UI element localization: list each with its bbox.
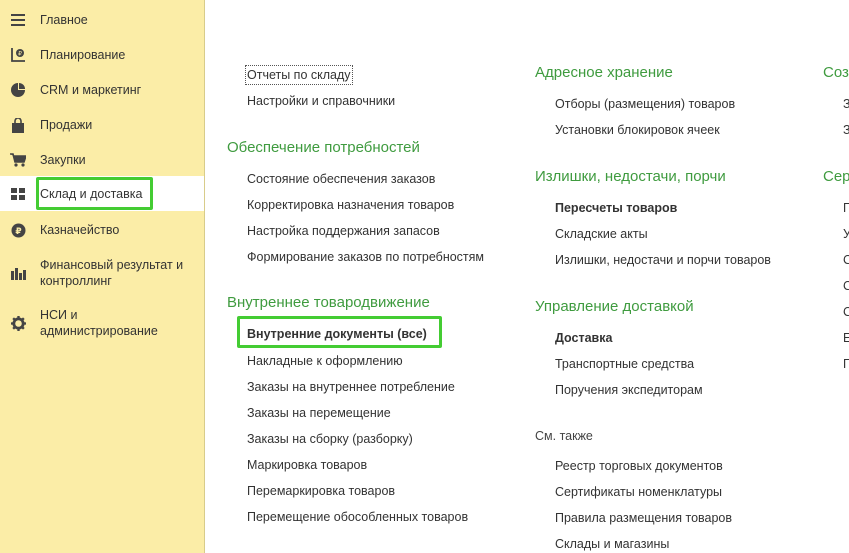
sidebar-item-label: Склад и доставка xyxy=(40,186,143,201)
link-remarking[interactable]: Перемаркировка товаров xyxy=(247,483,395,499)
link-marking[interactable]: Маркировка товаров xyxy=(247,457,367,473)
cart-icon xyxy=(10,152,26,168)
link-separate-transfer[interactable]: Перемещение обособленных товаров xyxy=(247,509,468,525)
sidebar-item-crm[interactable]: CRM и маркетинг xyxy=(0,81,204,99)
link-surplus-goods[interactable]: Излишки, недостачи и порчи товаров xyxy=(555,252,771,268)
link-clipped[interactable]: З xyxy=(843,96,849,112)
svg-text:₽: ₽ xyxy=(15,227,21,237)
sidebar-item-main[interactable]: Главное xyxy=(0,11,204,29)
link-trade-docs-registry[interactable]: Реестр торговых документов xyxy=(555,458,723,474)
sidebar-item-treasury[interactable]: ₽ Казначейство xyxy=(0,221,204,239)
sidebar-item-label: CRM и маркетинг xyxy=(40,83,142,97)
link-clipped[interactable]: С xyxy=(843,278,849,294)
planning-icon: ₽ xyxy=(10,47,26,63)
link-cell-locks[interactable]: Установки блокировок ячеек xyxy=(555,122,720,138)
link-clipped[interactable]: З xyxy=(843,122,849,138)
section-title-internal: Внутреннее товародвижение xyxy=(227,294,430,311)
sidebar-item-label-line2: контроллинг xyxy=(40,274,112,288)
link-recounts[interactable]: Пересчеты товаров xyxy=(555,200,677,216)
section-title-delivery: Управление доставкой xyxy=(535,298,694,315)
warehouse-grid-icon xyxy=(10,186,26,202)
sidebar-item-label: Главное xyxy=(40,13,88,27)
link-internal-docs[interactable]: Внутренние документы (все) xyxy=(247,326,427,342)
shopping-bag-icon xyxy=(10,117,26,133)
sidebar-item-sales[interactable]: Продажи xyxy=(0,116,204,134)
sidebar: Главное ₽ Планирование CRM и маркетинг П… xyxy=(0,0,205,553)
sidebar-item-label: Закупки xyxy=(40,153,86,167)
sidebar-item-warehouse[interactable]: Склад и доставка xyxy=(0,176,204,211)
bar-chart-icon xyxy=(10,265,26,281)
link-settings-references[interactable]: Настройки и справочники xyxy=(247,93,395,109)
section-title-service-clipped: Сер xyxy=(823,168,849,185)
link-certificates[interactable]: Сертификаты номенклатуры xyxy=(555,484,722,500)
link-clipped[interactable]: С xyxy=(843,252,849,268)
link-clipped[interactable]: Е xyxy=(843,330,849,346)
link-internal-orders[interactable]: Заказы на внутреннее потребление xyxy=(247,379,455,395)
sidebar-item-label: Финансовый результат и xyxy=(40,258,184,272)
link-assembly-orders[interactable]: Заказы на сборку (разборку) xyxy=(247,431,413,447)
link-goods-correction[interactable]: Корректировка назначения товаров xyxy=(247,197,454,213)
link-picking[interactable]: Отборы (размещения) товаров xyxy=(555,96,735,112)
svg-text:₽: ₽ xyxy=(18,51,22,58)
see-also-label: См. также xyxy=(535,429,593,443)
sidebar-item-purchases[interactable]: Закупки xyxy=(0,151,204,169)
link-stock-settings[interactable]: Настройка поддержания запасов xyxy=(247,223,440,239)
link-warehouse-reports[interactable]: Отчеты по складу xyxy=(245,65,353,85)
link-clipped[interactable]: С xyxy=(843,304,849,320)
sidebar-item-admin[interactable]: НСИ и администрирование xyxy=(0,306,204,340)
section-title-needs: Обеспечение потребностей xyxy=(227,139,420,156)
menu-icon xyxy=(10,12,26,28)
sidebar-item-label: Планирование xyxy=(40,48,126,62)
link-invoices[interactable]: Накладные к оформлению xyxy=(247,353,403,369)
link-delivery[interactable]: Доставка xyxy=(555,330,612,346)
section-title-create-clipped: Соз xyxy=(823,64,849,81)
sidebar-item-label: Продажи xyxy=(40,118,93,132)
sidebar-item-label: НСИ и xyxy=(40,308,78,322)
link-order-forming[interactable]: Формирование заказов по потребностям xyxy=(247,249,484,265)
section-title-surplus: Излишки, недостачи, порчи xyxy=(535,168,726,185)
link-warehouses-stores[interactable]: Склады и магазины xyxy=(555,536,669,552)
link-forwarder-orders[interactable]: Поручения экспедиторам xyxy=(555,382,703,398)
link-vehicles[interactable]: Транспортные средства xyxy=(555,356,694,372)
link-clipped[interactable]: П xyxy=(843,200,849,216)
gear-icon xyxy=(10,315,26,331)
section-title-address-storage: Адресное хранение xyxy=(535,64,673,81)
link-clipped[interactable]: П xyxy=(843,356,849,372)
sidebar-item-planning[interactable]: ₽ Планирование xyxy=(0,46,204,64)
link-clipped[interactable]: У xyxy=(843,226,849,242)
sidebar-item-finance[interactable]: Финансовый результат и контроллинг xyxy=(0,256,204,290)
sidebar-item-label: Казначейство xyxy=(40,223,120,237)
pie-chart-icon xyxy=(10,82,26,98)
link-transfer-orders[interactable]: Заказы на перемещение xyxy=(247,405,391,421)
link-order-status[interactable]: Состояние обеспечения заказов xyxy=(247,171,435,187)
ruble-coin-icon: ₽ xyxy=(10,222,26,238)
link-warehouse-acts[interactable]: Складские акты xyxy=(555,226,648,242)
sidebar-item-label-line2: администрирование xyxy=(40,324,158,338)
link-placement-rules[interactable]: Правила размещения товаров xyxy=(555,510,732,526)
